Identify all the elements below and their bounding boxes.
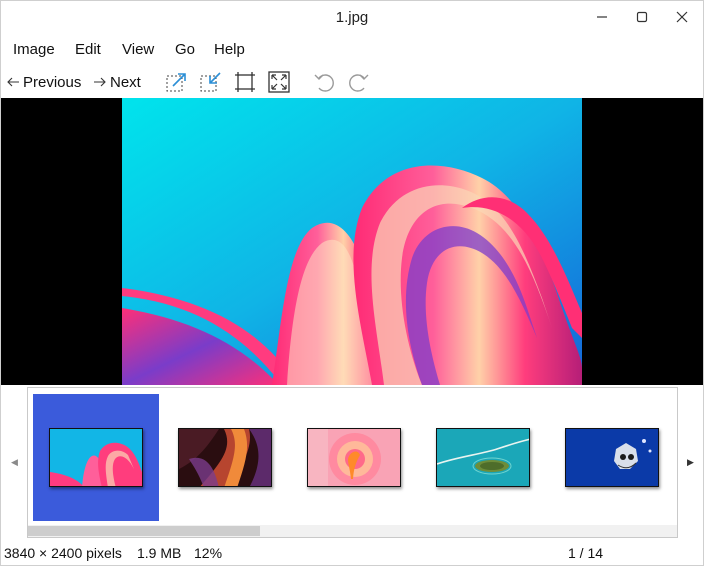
thumbnail-scrollbar[interactable] [28, 525, 677, 537]
thumbnail-item[interactable] [420, 394, 546, 521]
previous-button[interactable]: Previous [6, 67, 81, 97]
image-canvas[interactable] [1, 98, 703, 385]
minimize-icon [597, 16, 607, 18]
scrollbar-thumb[interactable] [28, 526, 260, 536]
menu-image[interactable]: Image [13, 37, 55, 63]
zoom-in-icon[interactable] [165, 70, 189, 94]
status-bar: 3840 × 2400 pixels 1.9 MB 12% 1 / 14 [1, 541, 703, 566]
arrow-left-icon [7, 77, 19, 87]
image-position: 1 / 14 [568, 545, 604, 561]
maximize-button[interactable] [631, 7, 653, 27]
thumbnail-image [178, 428, 272, 487]
scroll-left-icon[interactable]: ◀ [11, 457, 18, 468]
next-button[interactable]: Next [93, 67, 141, 97]
menu-go[interactable]: Go [175, 37, 195, 63]
fullscreen-icon[interactable] [267, 70, 291, 94]
thumbnail-image [436, 428, 530, 487]
title-bar: 1.jpg [1, 1, 703, 34]
next-label: Next [110, 73, 141, 91]
thumbnail-image [49, 428, 143, 487]
current-image [122, 98, 582, 385]
close-button[interactable] [671, 7, 693, 27]
thumbnail-image [565, 428, 659, 487]
previous-label: Previous [23, 73, 82, 91]
file-size: 1.9 MB [137, 545, 182, 561]
thumbnail-strip: ◀ ▶ [1, 385, 703, 541]
close-icon [676, 11, 688, 23]
menu-edit[interactable]: Edit [75, 37, 101, 63]
menu-bar: Image Edit View Go Help [1, 37, 703, 63]
thumbnail-item-selected[interactable] [33, 394, 159, 521]
scroll-right-icon[interactable]: ▶ [687, 457, 694, 468]
rotate-right-icon[interactable] [346, 70, 370, 94]
rotate-left-icon[interactable] [313, 70, 337, 94]
thumbnail-image [307, 428, 401, 487]
zoom-out-icon[interactable] [199, 70, 223, 94]
thumbnail-frame [27, 387, 678, 538]
fit-to-window-icon[interactable] [233, 70, 257, 94]
menu-help[interactable]: Help [214, 37, 245, 63]
thumbnail-item[interactable] [291, 394, 417, 521]
maximize-icon [636, 11, 648, 23]
thumbnail-item[interactable] [549, 394, 675, 521]
zoom-level: 12% [194, 545, 223, 561]
arrow-right-icon [94, 77, 106, 87]
image-dimensions: 3840 × 2400 pixels [4, 545, 122, 561]
menu-view[interactable]: View [122, 37, 154, 63]
image-viewer-window: 1.jpg Image Edit View Go Help Previous N… [0, 0, 704, 566]
toolbar: Previous Next [1, 67, 703, 97]
minimize-button[interactable] [591, 7, 613, 27]
thumbnail-item[interactable] [162, 394, 288, 521]
